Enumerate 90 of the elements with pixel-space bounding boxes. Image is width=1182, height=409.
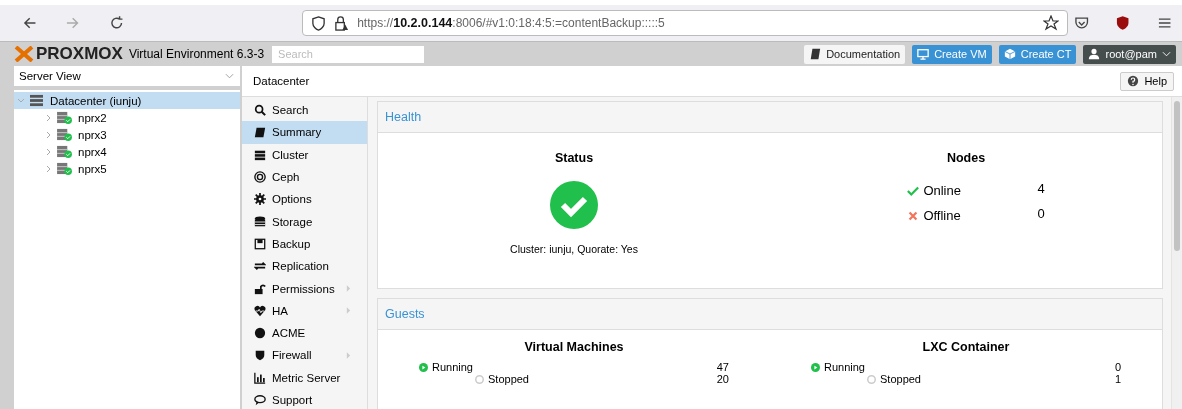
chat-icon — [254, 394, 266, 406]
caret-icon — [225, 73, 234, 79]
back-icon[interactable] — [22, 15, 38, 31]
check-icon — [907, 184, 920, 197]
menu-item[interactable]: Cluster — [242, 143, 367, 166]
lock-icon — [254, 282, 266, 295]
url-text: https://10.2.0.144:8006/#v1:0:18:4:5:=contentBackup:::::5 — [357, 16, 666, 30]
stop-circle-icon — [475, 374, 484, 384]
heartbeat-icon — [254, 304, 266, 317]
menu-item[interactable]: Summary — [242, 121, 367, 144]
tree-item[interactable]: Datacenter (iunju) — [14, 92, 240, 109]
menu-item[interactable]: ACME — [242, 321, 367, 345]
logo-text: PROXMOX — [36, 44, 123, 64]
status-text: Cluster: iunju, Quorate: Yes — [510, 243, 638, 255]
tree-item[interactable]: nprx3 — [14, 126, 240, 143]
pocket-icon[interactable] — [1073, 15, 1090, 31]
guest-status-label: Stopped — [880, 373, 921, 385]
play-circle-icon — [811, 362, 820, 372]
node-count: 0 — [1037, 206, 1045, 221]
page-title: Datacenter — [253, 75, 310, 87]
node-count: 4 — [1037, 181, 1045, 196]
menu-item[interactable]: Ceph — [242, 165, 367, 189]
lock-warning-icon[interactable] — [334, 15, 350, 31]
cross-icon — [907, 209, 920, 222]
section-heading: Virtual Machines — [524, 340, 624, 354]
book-icon — [254, 126, 266, 139]
database-icon — [254, 215, 266, 228]
menu-icon[interactable] — [1156, 15, 1172, 31]
product-version: Virtual Environment 6.3-3 — [128, 47, 265, 61]
shield-icon[interactable] — [311, 15, 327, 31]
guest-status-label: Stopped — [488, 373, 529, 385]
node-online-icon — [56, 162, 73, 175]
star-icon[interactable] — [1042, 15, 1059, 31]
header-button[interactable]: root@pam — [1083, 44, 1176, 64]
search-field[interactable]: Search — [272, 45, 425, 63]
menu-item[interactable]: Options — [242, 188, 367, 211]
panel-title: Health — [378, 102, 1162, 133]
help-icon — [1127, 75, 1140, 87]
section-heading: Status — [554, 151, 594, 165]
node-online-icon — [56, 128, 73, 141]
caret-icon — [1162, 51, 1171, 57]
menu-item[interactable]: Metric Server — [242, 366, 367, 389]
menu-item[interactable]: Permissions — [242, 277, 367, 300]
arrows-icon — [254, 260, 266, 273]
menu-item[interactable]: Firewall — [242, 344, 367, 367]
node-online-icon — [56, 145, 73, 158]
panel-title: Guests — [378, 299, 1162, 330]
guest-count: 47 — [715, 361, 729, 373]
node-status-label: Online — [923, 183, 962, 198]
menu-item[interactable]: Support — [242, 388, 367, 409]
expander-icon — [17, 96, 25, 105]
menu-item[interactable]: Replication — [242, 255, 367, 278]
scrollbar[interactable] — [1171, 97, 1182, 409]
server-icon — [254, 148, 266, 161]
bar-chart-icon — [254, 371, 266, 384]
menu-item[interactable]: Search — [242, 99, 367, 122]
logo-icon — [14, 46, 34, 62]
cube-icon — [1003, 48, 1016, 60]
guest-count: 20 — [715, 373, 729, 385]
datacenter-icon — [28, 94, 45, 107]
gear-icon — [254, 193, 266, 206]
guest-status-label: Running — [824, 361, 865, 373]
header-button[interactable]: Documentation — [804, 44, 906, 64]
stop-circle-icon — [867, 374, 876, 384]
node-status-label: Offline — [923, 208, 962, 223]
play-circle-icon — [419, 362, 428, 372]
address-bar[interactable]: https://10.2.0.144:8006/#v1:0:18:4:5:=contentBackup:::::5 — [302, 10, 1068, 36]
menu-item[interactable]: Storage — [242, 210, 367, 233]
guest-count: 0 — [1113, 361, 1121, 373]
circle-icon — [254, 327, 266, 340]
guest-count: 1 — [1113, 373, 1121, 385]
tree-item[interactable]: nprx5 — [14, 160, 240, 177]
section-heading: LXC Container — [922, 340, 1010, 354]
reload-icon[interactable] — [108, 15, 125, 31]
tree-item[interactable]: nprx4 — [14, 143, 240, 160]
book-icon — [809, 48, 822, 60]
tree-item[interactable]: nprx2 — [14, 109, 240, 126]
monitor-icon — [917, 48, 930, 60]
guest-status-label: Running — [432, 361, 473, 373]
user-icon — [1088, 48, 1101, 60]
menu-item[interactable]: HA — [242, 299, 367, 322]
shield-extension-icon[interactable] — [1115, 15, 1131, 31]
help-button[interactable]: Help — [1120, 71, 1174, 91]
menu-item[interactable]: Backup — [242, 232, 367, 256]
node-online-icon — [56, 111, 73, 124]
floppy-icon — [254, 237, 266, 250]
section-heading: Nodes — [946, 151, 986, 165]
shield-icon — [254, 349, 266, 362]
ceph-icon — [254, 171, 266, 184]
search-icon — [254, 104, 266, 117]
